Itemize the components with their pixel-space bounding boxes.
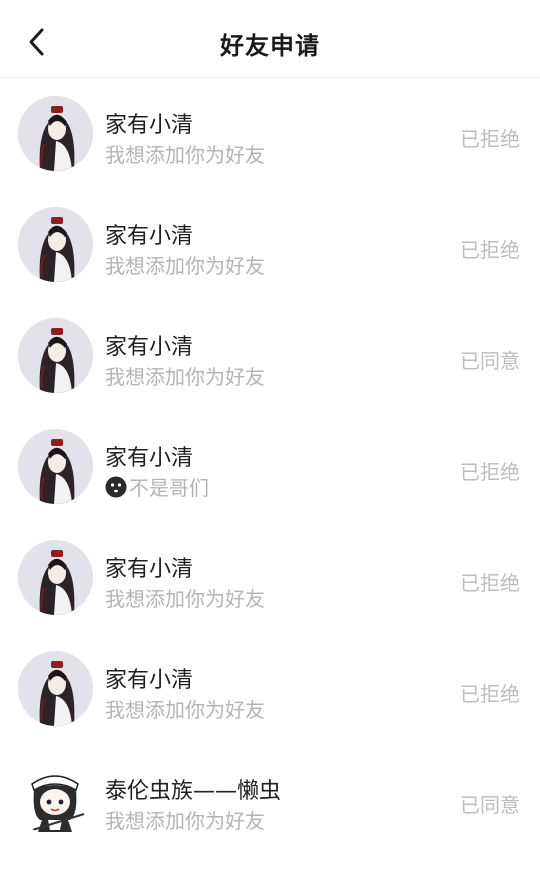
girl-avatar-icon [18, 96, 93, 171]
girl-avatar-icon [18, 651, 93, 726]
request-message: 我想添加你为好友 [105, 809, 265, 833]
requester-name: 家有小清 [105, 113, 194, 138]
request-message: 我想添加你为好友 [105, 254, 265, 278]
list-item[interactable]: 泰伦虫族——懒虫 我想添加你为好友 已同意 [0, 745, 540, 856]
list-item[interactable]: 家有小清 不是哥们 已拒绝 [0, 412, 540, 523]
avatar[interactable] [18, 429, 93, 504]
avatar[interactable] [18, 762, 93, 837]
avatar[interactable] [18, 540, 93, 615]
requester-name: 家有小清 [105, 335, 194, 360]
request-message: 我想添加你为好友 [105, 365, 265, 389]
avatar[interactable] [18, 207, 93, 282]
maid-chibi-avatar-icon [18, 762, 93, 837]
list-item[interactable]: 家有小清 我想添加你为好友 已拒绝 [0, 634, 540, 745]
dark-face-emoji-icon [105, 476, 127, 498]
avatar[interactable] [18, 96, 93, 171]
request-status: 已拒绝 [460, 571, 520, 595]
request-message: 我想添加你为好友 [105, 143, 265, 167]
requester-name: 家有小清 [105, 224, 194, 249]
requester-name: 家有小清 [105, 446, 194, 471]
avatar[interactable] [18, 651, 93, 726]
list-item[interactable]: 家有小清 我想添加你为好友 已拒绝 [0, 79, 540, 190]
requester-name: 泰伦虫族——懒虫 [105, 779, 282, 804]
avatar[interactable] [18, 318, 93, 393]
page-title: 好友申请 [220, 32, 320, 60]
request-status: 已拒绝 [460, 238, 520, 262]
request-status: 已同意 [460, 349, 520, 373]
girl-avatar-icon [18, 207, 93, 282]
girl-avatar-icon [18, 540, 93, 615]
list-item[interactable]: 家有小清 我想添加你为好友 已同意 [0, 301, 540, 412]
request-status: 已拒绝 [460, 127, 520, 151]
list-item[interactable]: 家有小清 我想添加你为好友 已拒绝 [0, 523, 540, 634]
request-status: 已拒绝 [460, 460, 520, 484]
girl-avatar-icon [18, 318, 93, 393]
list-item[interactable]: 家有小清 我想添加你为好友 已拒绝 [0, 190, 540, 301]
request-message: 我想添加你为好友 [105, 587, 265, 611]
girl-avatar-icon [18, 429, 93, 504]
requester-name: 家有小清 [105, 557, 194, 582]
requester-name: 家有小清 [105, 668, 194, 693]
request-message: 我想添加你为好友 [105, 698, 265, 722]
request-status: 已拒绝 [460, 682, 520, 706]
request-status: 已同意 [460, 793, 520, 817]
request-message: 不是哥们 [105, 472, 209, 501]
friend-request-list: 家有小清 我想添加你为好友 已拒绝 家有小清 我想添加你为好友 已拒绝 家有小清… [0, 79, 540, 856]
top-bar: 好友申请 [0, 0, 540, 78]
